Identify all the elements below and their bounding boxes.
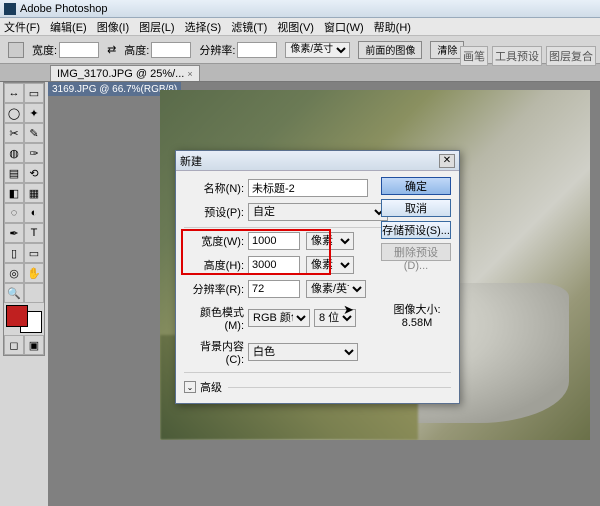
menu-image[interactable]: 图像(I) — [97, 19, 129, 35]
tool-history[interactable]: ⟲ — [24, 163, 44, 183]
tool-stamp[interactable]: ▤ — [4, 163, 24, 183]
menu-view[interactable]: 视图(V) — [277, 19, 314, 35]
image-size: 图像大小:8.58M — [387, 301, 447, 329]
fg-color[interactable] — [6, 305, 28, 327]
close-icon[interactable]: × — [187, 69, 192, 79]
opt-unit-select[interactable]: 像素/英寸 — [285, 42, 350, 58]
bg-label: 背景内容(C): — [184, 338, 244, 366]
screenmode[interactable]: ▣ — [24, 335, 44, 355]
document-tabs: IMG_3170.JPG @ 25%/...× — [0, 64, 600, 82]
menu-layer[interactable]: 图层(L) — [139, 19, 174, 35]
app-title: Adobe Photoshop — [20, 3, 107, 15]
mode-label: 颜色模式(M): — [184, 304, 244, 332]
width-label: 宽度(W): — [184, 233, 244, 249]
name-label: 名称(N): — [184, 180, 244, 196]
height-unit[interactable]: 像素 — [306, 256, 354, 274]
preset-select[interactable]: 自定 — [248, 203, 388, 221]
preset-label: 预设(P): — [184, 204, 244, 220]
toolbox: ↔▭ ◯✦ ✂✎ ◍✑ ▤⟲ ◧▦ ◌◐ ✒T ▯▭ ◎✋ 🔍 ◻▣ — [3, 82, 45, 356]
tool-shape[interactable]: ▭ — [24, 243, 44, 263]
crop-tool-icon[interactable] — [8, 42, 24, 58]
tool-blank — [24, 283, 44, 303]
res-unit[interactable]: 像素/英寸 — [306, 280, 366, 298]
height-input[interactable] — [248, 256, 300, 274]
tool-heal[interactable]: ◍ — [4, 143, 24, 163]
tool-eyedrop[interactable]: ✎ — [24, 123, 44, 143]
res-input[interactable] — [248, 280, 300, 298]
tool-move[interactable]: ↔ — [4, 83, 24, 103]
bg-select[interactable]: 白色 — [248, 343, 358, 361]
bits-select[interactable]: 8 位 — [314, 309, 356, 327]
tool-notes[interactable]: ◎ — [4, 263, 24, 283]
panel-tool-preset[interactable]: 工具预设 — [492, 46, 542, 66]
new-dialog: 新建 ✕ 确定 取消 存储预设(S)... 删除预设(D)... 名称(N): … — [175, 150, 460, 404]
swap-icon[interactable]: ⇄ — [107, 43, 116, 56]
ps-icon — [4, 3, 16, 15]
tool-eraser[interactable]: ◧ — [4, 183, 24, 203]
tool-crop[interactable]: ✂ — [4, 123, 24, 143]
ok-button[interactable]: 确定 — [381, 177, 451, 195]
tool-blur[interactable]: ◌ — [4, 203, 24, 223]
panel-brush[interactable]: 画笔 — [460, 46, 488, 66]
dialog-title: 新建 — [180, 153, 202, 169]
res-label: 分辨率(R): — [184, 281, 244, 297]
tool-path[interactable]: ▯ — [4, 243, 24, 263]
chevron-icon: ⌄ — [184, 381, 196, 393]
color-swatch[interactable] — [6, 305, 42, 333]
tool-zoom[interactable]: 🔍 — [4, 283, 24, 303]
tool-hand[interactable]: ✋ — [24, 263, 44, 283]
opt-width-input[interactable] — [59, 42, 99, 58]
menu-help[interactable]: 帮助(H) — [374, 19, 411, 35]
tool-pen[interactable]: ✒ — [4, 223, 24, 243]
tab-doc-1[interactable]: IMG_3170.JPG @ 25%/...× — [50, 65, 200, 81]
menu-file[interactable]: 文件(F) — [4, 19, 40, 35]
panel-layer-comp[interactable]: 图层复合 — [546, 46, 596, 66]
tool-dodge[interactable]: ◐ — [24, 203, 44, 223]
menu-filter[interactable]: 滤镜(T) — [231, 19, 267, 35]
menu-edit[interactable]: 编辑(E) — [50, 19, 87, 35]
width-input[interactable] — [248, 232, 300, 250]
quickmask[interactable]: ◻ — [4, 335, 24, 355]
width-unit[interactable]: 像素 — [306, 232, 354, 250]
tool-gradient[interactable]: ▦ — [24, 183, 44, 203]
opt-res-input[interactable] — [237, 42, 277, 58]
tool-brush[interactable]: ✑ — [24, 143, 44, 163]
menubar: 文件(F) 编辑(E) 图像(I) 图层(L) 选择(S) 滤镜(T) 视图(V… — [0, 18, 600, 36]
tool-lasso[interactable]: ◯ — [4, 103, 24, 123]
tool-marquee[interactable]: ▭ — [24, 83, 44, 103]
menu-window[interactable]: 窗口(W) — [324, 19, 364, 35]
opt-height-input[interactable] — [151, 42, 191, 58]
tool-text[interactable]: T — [24, 223, 44, 243]
cancel-button[interactable]: 取消 — [381, 199, 451, 217]
advanced-toggle[interactable]: ⌄高级 — [184, 379, 451, 395]
tool-wand[interactable]: ✦ — [24, 103, 44, 123]
opt-front-button[interactable]: 前面的图像 — [358, 41, 422, 59]
mode-select[interactable]: RGB 颜色 — [248, 309, 310, 327]
opt-width-label: 宽度: — [32, 42, 57, 58]
opt-res-label: 分辨率: — [199, 42, 235, 58]
close-icon[interactable]: ✕ — [439, 154, 455, 168]
height-label: 高度(H): — [184, 257, 244, 273]
name-input[interactable] — [248, 179, 368, 197]
menu-select[interactable]: 选择(S) — [185, 19, 222, 35]
opt-height-label: 高度: — [124, 42, 149, 58]
